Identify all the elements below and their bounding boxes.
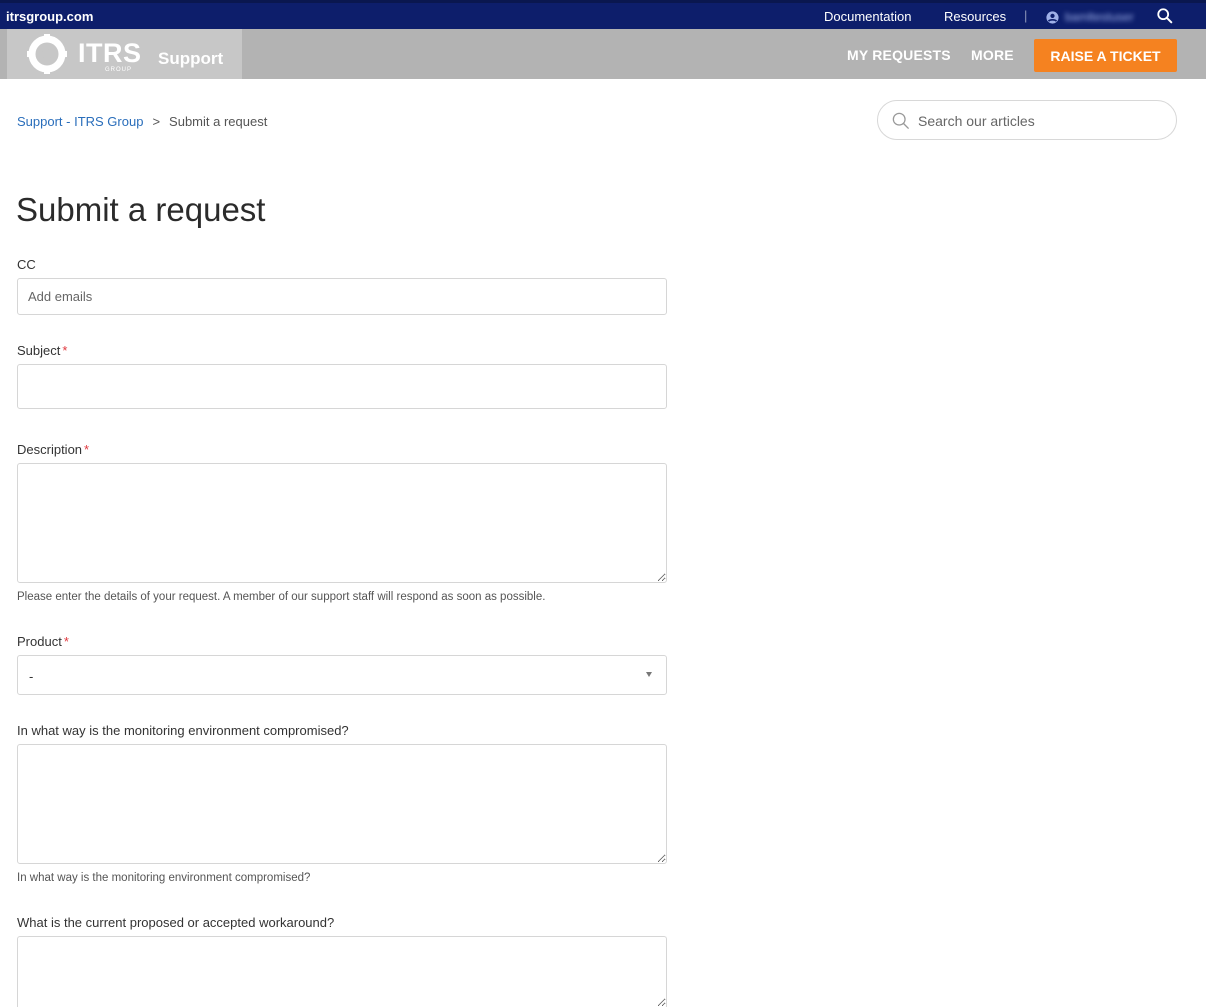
compromised-label: In what way is the monitoring environmen…: [17, 723, 349, 738]
description-textarea[interactable]: [17, 463, 667, 583]
main-navbar: ITRS GROUP Support MY REQUESTS MORE RAIS…: [0, 29, 1206, 79]
breadcrumb-home-link[interactable]: Support - ITRS Group: [17, 114, 143, 129]
workaround-label: What is the current proposed or accepted…: [17, 915, 335, 930]
resources-link[interactable]: Resources: [944, 9, 1006, 24]
compromised-hint: In what way is the monitoring environmen…: [17, 872, 311, 884]
documentation-link[interactable]: Documentation: [824, 9, 911, 24]
search-icon[interactable]: [1156, 7, 1174, 25]
search-input[interactable]: [918, 110, 1158, 132]
top-utility-bar: itrsgroup.com Documentation Resources | …: [0, 0, 1206, 29]
topbar-separator: |: [1024, 8, 1028, 23]
breadcrumb-separator: >: [152, 114, 161, 129]
breadcrumb-current: Submit a request: [169, 114, 268, 129]
breadcrumb: Support - ITRS Group > Submit a request: [17, 114, 267, 129]
workaround-textarea[interactable]: [17, 936, 667, 1007]
brand-logo[interactable]: ITRS GROUP Support: [7, 29, 242, 79]
cc-label: CC: [17, 257, 36, 272]
itrs-domain-link[interactable]: itrsgroup.com: [6, 9, 93, 24]
support-title: Support: [158, 49, 224, 68]
description-hint: Please enter the details of your request…: [17, 591, 546, 603]
username: bamltestuser: [1065, 10, 1134, 24]
subject-label: Subject *: [17, 343, 68, 358]
search-icon: [892, 112, 909, 129]
raise-ticket-button[interactable]: RAISE A TICKET: [1034, 39, 1177, 72]
user-menu[interactable]: bamltestuser: [1046, 8, 1134, 26]
chevron-down-icon: [646, 672, 652, 677]
more-menu[interactable]: MORE: [971, 47, 1014, 63]
product-label: Product *: [17, 634, 69, 649]
required-marker: *: [84, 442, 90, 457]
subject-input[interactable]: [17, 364, 667, 409]
cc-email-field[interactable]: [17, 278, 667, 315]
product-selected-value: -: [29, 669, 34, 684]
logo-subtext: GROUP: [105, 67, 133, 73]
user-icon: [1046, 10, 1059, 24]
my-requests-link[interactable]: MY REQUESTS: [847, 47, 951, 63]
product-select[interactable]: -: [17, 655, 667, 695]
article-search[interactable]: [877, 100, 1177, 140]
itrs-logo-icon: [27, 34, 67, 74]
required-marker: *: [62, 343, 68, 358]
required-marker: *: [63, 634, 69, 649]
logo-text: ITRS: [78, 38, 142, 68]
description-label: Description *: [17, 442, 90, 457]
page-title: Submit a request: [16, 191, 266, 228]
compromised-textarea[interactable]: [17, 744, 667, 864]
